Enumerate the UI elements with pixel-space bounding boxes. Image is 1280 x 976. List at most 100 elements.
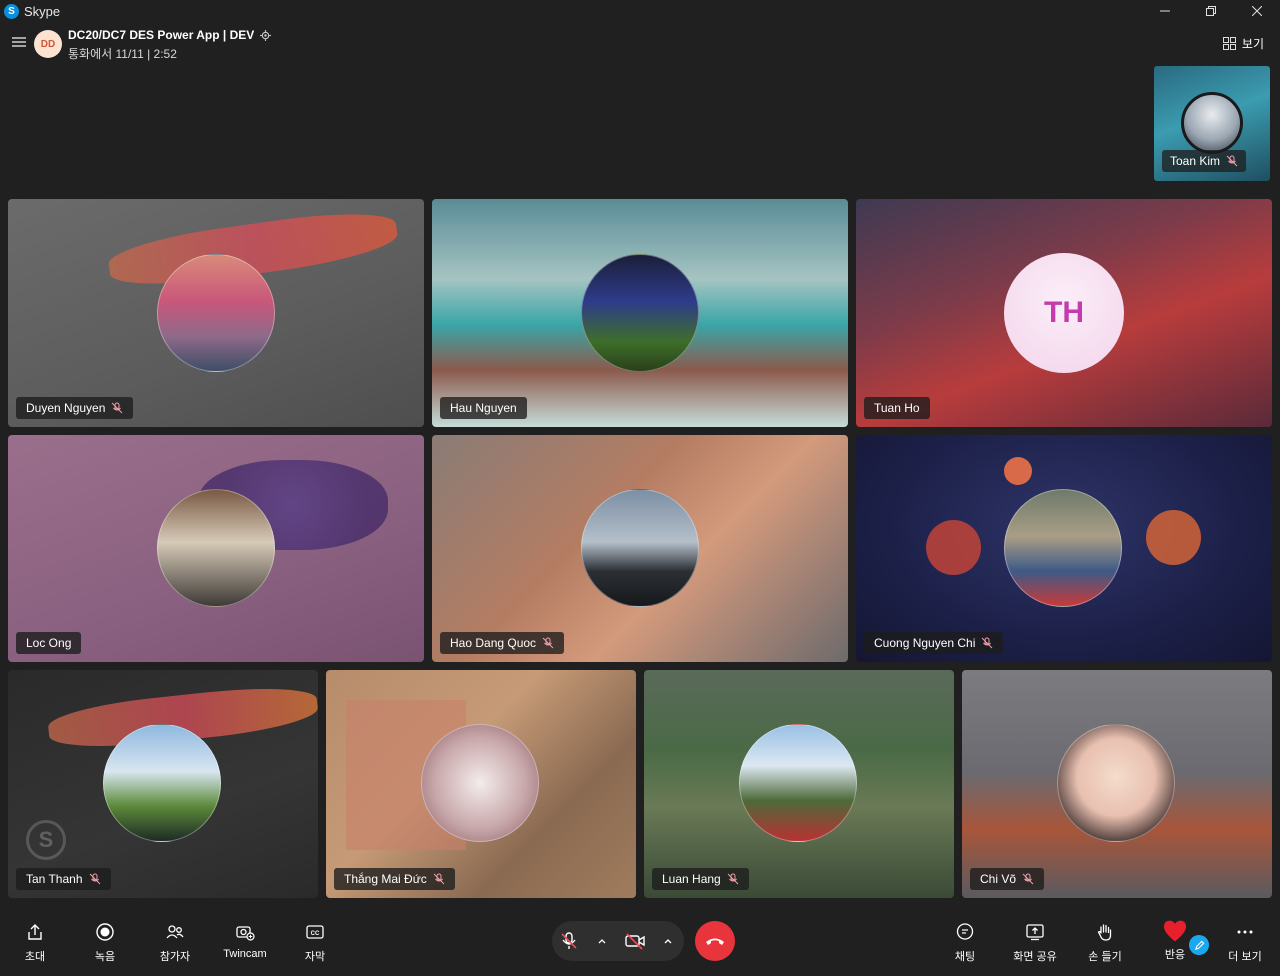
pencil-icon <box>1194 940 1204 950</box>
video-toggle-button[interactable] <box>618 921 651 961</box>
participant-name-label: Tuan Ho <box>864 397 930 419</box>
mic-off-icon <box>542 637 554 649</box>
participant-avatar <box>581 489 699 607</box>
participant-avatar <box>421 724 539 842</box>
raise-hand-label: 손 들기 <box>1088 951 1122 963</box>
invite-button[interactable]: 초대 <box>7 922 63 964</box>
twincam-button[interactable]: Twincam <box>217 922 273 960</box>
participant-name: Loc Ong <box>26 636 72 650</box>
chevron-up-icon <box>598 939 605 944</box>
end-call-button[interactable] <box>695 921 735 961</box>
restore-icon <box>1206 6 1216 16</box>
planet-decoration <box>926 520 981 575</box>
participants-button[interactable]: 참가자 <box>147 922 203 964</box>
captions-button[interactable]: CC 자막 <box>287 922 343 964</box>
call-title-text: DC20/DC7 DES Power App | DEV <box>68 28 255 42</box>
participant-initials-avatar: TH <box>1004 253 1124 373</box>
participant-name: Duyen Nguyen <box>26 401 106 415</box>
participant-name: Chi Võ <box>980 872 1017 886</box>
mute-toggle-button[interactable] <box>552 921 585 961</box>
participant-name: Tan Thanh <box>26 872 83 886</box>
participant-tile[interactable]: Duyen Nguyen <box>8 199 424 427</box>
edit-reaction-button[interactable] <box>1189 935 1209 955</box>
participants-label: 참가자 <box>159 951 191 963</box>
planet-decoration <box>1146 510 1201 565</box>
mic-off-icon <box>727 873 739 885</box>
mic-off-icon <box>560 932 577 949</box>
mic-off-icon <box>1226 155 1238 167</box>
chat-bubble-icon <box>956 923 974 940</box>
more-label: 더 보기 <box>1228 951 1262 963</box>
participant-avatar <box>1057 724 1175 842</box>
planet-decoration <box>1004 457 1032 485</box>
minimize-button[interactable] <box>1142 0 1188 22</box>
twincam-label: Twincam <box>223 948 267 960</box>
participant-name-label: Thắng Mai Đức <box>334 868 455 890</box>
hamburger-menu-icon[interactable] <box>11 35 27 49</box>
participant-name: Cuong Nguyen Chi <box>874 636 976 650</box>
heart-icon <box>1163 920 1187 942</box>
participant-name-label: Hao Dang Quoc <box>440 632 565 654</box>
call-title[interactable]: DC20/DC7 DES Power App | DEV <box>68 28 272 42</box>
participant-name-label: Luan Hang <box>652 868 749 890</box>
view-label: 보기 <box>1241 37 1264 51</box>
people-icon <box>166 925 184 939</box>
audio-options-button[interactable] <box>585 921 618 961</box>
participant-tile[interactable]: Chi Võ <box>962 670 1272 898</box>
participant-avatar <box>739 724 857 842</box>
participant-name: Tuan Ho <box>874 401 920 415</box>
group-avatar[interactable]: DD <box>34 30 62 58</box>
participant-tile[interactable]: Loc Ong <box>8 435 424 662</box>
self-name-label: Toan Kim <box>1162 150 1247 172</box>
mic-off-icon <box>1022 873 1034 885</box>
camera-off-icon <box>624 933 645 950</box>
mic-off-icon <box>982 637 993 649</box>
participant-tile[interactable]: Luan Hang <box>644 670 954 898</box>
invite-label: 초대 <box>24 951 46 963</box>
gear-icon[interactable] <box>260 29 272 41</box>
participant-name: Thắng Mai Đức <box>344 872 427 886</box>
participant-avatar <box>157 254 275 372</box>
self-preview[interactable]: Toan Kim <box>1154 66 1270 181</box>
chat-button[interactable]: 채팅 <box>937 922 993 964</box>
participant-name-label: Tan Thanh <box>16 868 111 890</box>
hand-icon <box>1097 924 1112 941</box>
record-icon <box>96 923 114 941</box>
participant-tile[interactable]: Thắng Mai Đức <box>326 670 636 898</box>
participant-tile[interactable]: Hau Nguyen <box>432 199 848 427</box>
call-status: 통화에서 11/11 | 2:52 <box>68 47 177 61</box>
chat-label: 채팅 <box>954 951 976 963</box>
participant-name: Toan Kim <box>1170 154 1221 168</box>
skype-watermark-icon: S <box>26 820 66 860</box>
participant-tile[interactable]: S Tan Thanh <box>8 670 318 898</box>
participant-tile[interactable]: Hao Dang Quoc <box>432 435 848 662</box>
participant-tile[interactable]: TH Tuan Ho <box>856 199 1272 427</box>
participant-tile[interactable]: Cuong Nguyen Chi <box>856 435 1272 662</box>
participant-name: Luan Hang <box>662 872 721 886</box>
participant-name-label: Hau Nguyen <box>440 397 527 419</box>
react-label: 반응 <box>1164 949 1186 961</box>
more-button[interactable]: 더 보기 <box>1217 922 1273 964</box>
hang-up-icon <box>706 938 724 945</box>
participant-avatar <box>581 254 699 372</box>
camera-add-icon <box>236 926 255 941</box>
window-controls <box>1142 0 1280 22</box>
more-dots-icon <box>1237 930 1253 934</box>
record-button[interactable]: 녹음 <box>77 922 133 964</box>
participant-avatar <box>1004 489 1122 607</box>
restore-button[interactable] <box>1188 0 1234 22</box>
share-screen-button[interactable]: 화면 공유 <box>1007 922 1063 964</box>
closed-captions-icon: CC <box>306 925 324 939</box>
captions-label: 자막 <box>304 951 326 963</box>
video-options-button[interactable] <box>651 921 684 961</box>
mic-off-icon <box>89 873 100 885</box>
mic-off-icon <box>112 402 123 414</box>
close-button[interactable] <box>1234 0 1280 22</box>
view-button[interactable]: 보기 <box>1222 35 1264 52</box>
raise-hand-button[interactable]: 손 들기 <box>1077 922 1133 964</box>
participant-avatar <box>103 724 221 842</box>
participant-name: Hau Nguyen <box>450 401 517 415</box>
window-title: Skype <box>24 3 61 19</box>
call-header: DD DC20/DC7 DES Power App | DEV 통화에서 11/… <box>0 26 1280 62</box>
minimize-icon <box>1160 10 1170 12</box>
